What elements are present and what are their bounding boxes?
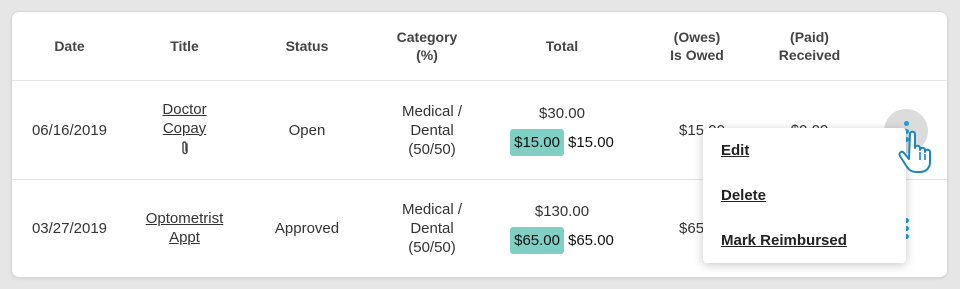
hand-pointer-icon (898, 128, 946, 176)
menu-item-edit[interactable]: Edit (721, 142, 749, 159)
category-split: (50/50) (408, 140, 456, 158)
row-total: $30.00 $15.00 $15.00 (492, 81, 632, 179)
row-date: 03/27/2019 (31, 219, 108, 237)
title-link-line2[interactable]: Appt (169, 228, 200, 247)
row-actions-menu: Edit Delete Mark Reimbursed (703, 128, 906, 263)
header-total[interactable]: Total (492, 12, 632, 80)
total-amount: $30.00 (539, 105, 585, 122)
header-total-label: Total (545, 38, 579, 54)
total-amount: $130.00 (534, 203, 590, 220)
menu-item-delete[interactable]: Delete (721, 187, 766, 204)
row-category: Medical / Dental (50/50) (372, 81, 492, 179)
header-paid[interactable]: (Paid) Received (757, 12, 862, 80)
header-title-label: Title (170, 38, 199, 54)
category-line2: Dental (410, 121, 454, 139)
row-status: Approved (274, 219, 340, 237)
row-title: Doctor Copay (127, 81, 242, 179)
dot (903, 120, 909, 126)
row-status: Open (288, 121, 326, 139)
row-title: Optometrist Appt (127, 180, 242, 276)
title-link-line2[interactable]: Copay (163, 119, 206, 138)
header-category-label: Category (396, 29, 458, 45)
header-owes[interactable]: (Owes) Is Owed (642, 12, 752, 80)
header-title[interactable]: Title (127, 12, 242, 80)
category-line1: Medical / (401, 200, 463, 218)
header-is-owed-label: Is Owed (670, 47, 724, 63)
row-category: Medical / Dental (50/50) (372, 180, 492, 276)
header-status[interactable]: Status (242, 12, 372, 80)
title-link[interactable]: Optometrist (146, 209, 224, 228)
share-other: $15.00 (568, 134, 614, 151)
row-total: $130.00 $65.00 $65.00 (492, 180, 632, 276)
menu-item-mark-reimbursed[interactable]: Mark Reimbursed (721, 232, 847, 249)
header-owes-label: (Owes) (673, 29, 721, 45)
category-line1: Medical / (401, 102, 463, 120)
header-category[interactable]: Category (%) (372, 12, 482, 80)
title-link[interactable]: Doctor (162, 100, 206, 119)
category-line2: Dental (410, 219, 454, 237)
share-other: $65.00 (568, 232, 614, 249)
table-header: Date Title Status Category (%) Total (Ow… (12, 12, 947, 81)
share-badge: $15.00 (510, 129, 564, 156)
header-date[interactable]: Date (12, 12, 127, 80)
header-paid-label: (Paid) (790, 29, 829, 45)
category-split: (50/50) (408, 238, 456, 256)
paperclip-icon[interactable] (180, 140, 190, 161)
header-date-label: Date (54, 38, 85, 54)
share-badge: $65.00 (510, 227, 564, 254)
header-received-label: Received (778, 47, 841, 63)
header-category-percent: (%) (416, 47, 438, 63)
header-status-label: Status (285, 38, 329, 54)
row-date: 06/16/2019 (31, 121, 108, 139)
